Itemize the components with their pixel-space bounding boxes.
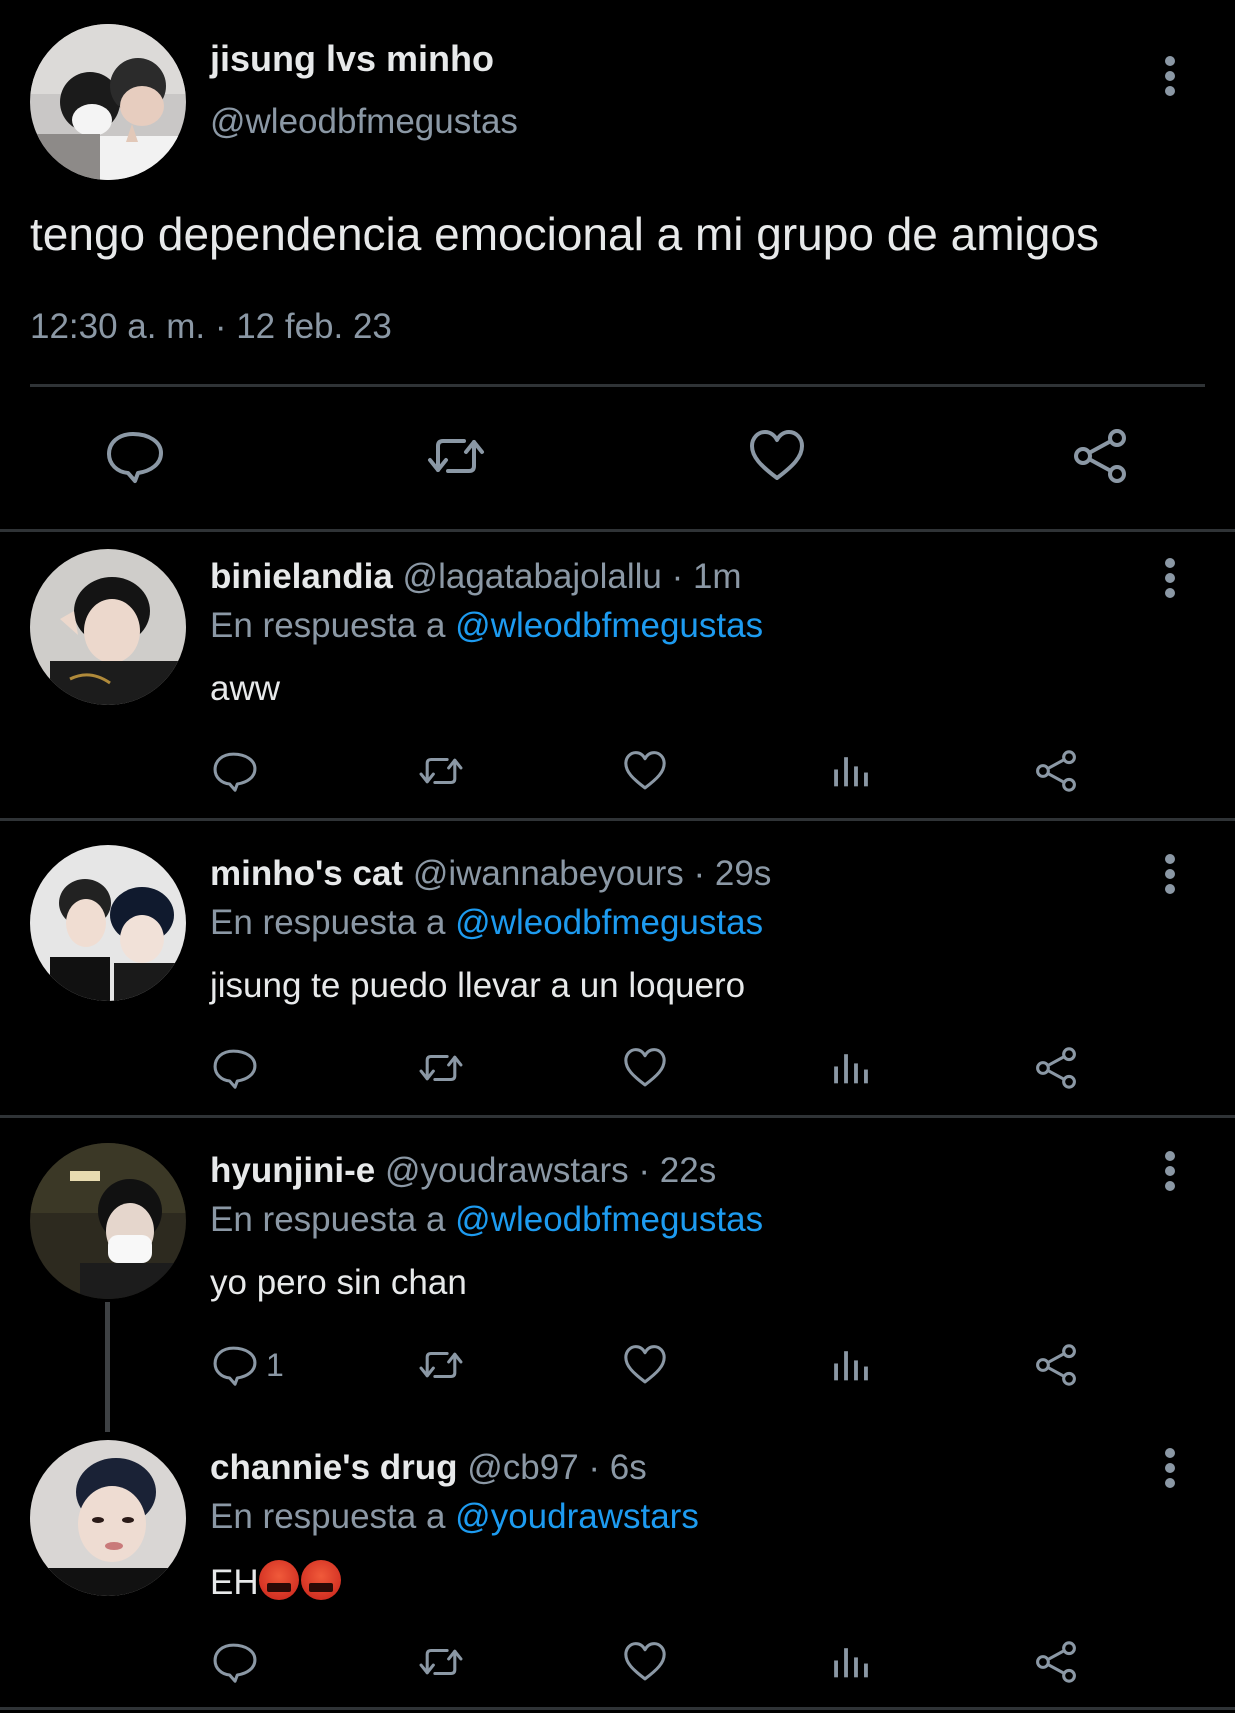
retweet-icon[interactable]	[424, 426, 488, 486]
share-icon[interactable]	[1033, 1045, 1079, 1091]
reply-header: hyunjini-e @youdrawstars · 22s	[210, 1151, 716, 1191]
views-icon[interactable]	[828, 1045, 874, 1091]
like-icon[interactable]	[747, 426, 807, 486]
reply-header: minho's cat @iwannabeyours · 29s	[210, 854, 771, 894]
reply-author-meta[interactable]: @youdrawstars · 22s	[385, 1151, 716, 1190]
like-icon[interactable]	[622, 748, 668, 794]
reply-context: En respuesta a @youdrawstars	[210, 1497, 699, 1537]
like-icon[interactable]	[622, 1045, 668, 1091]
reply-icon[interactable]	[212, 1639, 258, 1685]
reply-author-meta[interactable]: @lagatabajolallu · 1m	[403, 557, 742, 596]
reply-context: En respuesta a @wleodbfmegustas	[210, 606, 763, 646]
reply-author-meta[interactable]: @cb97 · 6s	[467, 1448, 647, 1487]
reply-text: jisung te puedo llevar a un loquero	[210, 966, 746, 1005]
reply-author-name[interactable]: channie's drug	[210, 1448, 458, 1487]
reply-author-name[interactable]: hyunjini-e	[210, 1151, 375, 1190]
divider	[0, 818, 1235, 821]
reply-icon[interactable]	[212, 748, 258, 794]
avatar-reply-3[interactable]	[30, 1143, 186, 1299]
reply-mention-link[interactable]: @wleodbfmegustas	[455, 903, 763, 942]
views-icon[interactable]	[828, 1342, 874, 1388]
author-handle[interactable]: @wleodbfmegustas	[210, 102, 518, 142]
more-options-icon[interactable]	[1159, 1446, 1183, 1490]
reply-mention-link[interactable]: @wleodbfmegustas	[455, 606, 763, 645]
reply-context: En respuesta a @wleodbfmegustas	[210, 903, 763, 943]
reply-text-container: EH	[210, 1560, 343, 1603]
reply-author-meta[interactable]: @iwannabeyours · 29s	[413, 854, 772, 893]
reply-context-prefix: En respuesta a	[210, 1200, 446, 1239]
views-icon[interactable]	[828, 748, 874, 794]
reply-mention-link[interactable]: @youdrawstars	[455, 1497, 699, 1536]
share-icon[interactable]	[1070, 426, 1130, 486]
reply-author-name[interactable]: minho's cat	[210, 854, 403, 893]
reply-text: aww	[210, 669, 281, 708]
divider	[0, 529, 1235, 532]
reply-context: En respuesta a @wleodbfmegustas	[210, 1200, 763, 1240]
reply-icon[interactable]	[212, 1045, 258, 1091]
divider	[0, 1707, 1235, 1710]
avatar-main[interactable]	[30, 24, 186, 180]
tweet-text: tengo dependencia emocional a mi grupo d…	[30, 208, 1099, 260]
more-options-icon[interactable]	[1159, 852, 1183, 896]
retweet-icon[interactable]	[416, 1639, 466, 1685]
reply-icon[interactable]	[105, 426, 165, 486]
reply-text: EH	[210, 1563, 259, 1602]
divider	[0, 1115, 1235, 1118]
reply-context-prefix: En respuesta a	[210, 606, 446, 645]
reply-mention-link[interactable]: @wleodbfmegustas	[455, 1200, 763, 1239]
reply-author-name[interactable]: binielandia	[210, 557, 393, 596]
divider	[30, 384, 1205, 387]
views-icon[interactable]	[828, 1639, 874, 1685]
reply-count: 1	[266, 1347, 284, 1383]
like-icon[interactable]	[622, 1639, 668, 1685]
angry-swearing-face-icon	[300, 1560, 341, 1600]
thread-connector	[105, 1302, 110, 1432]
avatar-reply-4[interactable]	[30, 1440, 186, 1596]
retweet-icon[interactable]	[416, 748, 466, 794]
more-options-icon[interactable]	[1159, 54, 1183, 98]
reply-header: binielandia @lagatabajolallu · 1m	[210, 557, 742, 597]
reply-icon[interactable]	[212, 1342, 258, 1388]
reply-text: yo pero sin chan	[210, 1263, 467, 1302]
reply-header: channie's drug @cb97 · 6s	[210, 1448, 647, 1488]
share-icon[interactable]	[1033, 1639, 1079, 1685]
avatar-reply-2[interactable]	[30, 845, 186, 1001]
reply-context-prefix: En respuesta a	[210, 903, 446, 942]
avatar-reply-1[interactable]	[30, 549, 186, 705]
retweet-icon[interactable]	[416, 1045, 466, 1091]
like-icon[interactable]	[622, 1342, 668, 1388]
more-options-icon[interactable]	[1159, 556, 1183, 600]
more-options-icon[interactable]	[1159, 1149, 1183, 1193]
retweet-icon[interactable]	[416, 1342, 466, 1388]
share-icon[interactable]	[1033, 748, 1079, 794]
reply-context-prefix: En respuesta a	[210, 1497, 446, 1536]
author-name[interactable]: jisung lvs minho	[210, 38, 494, 80]
share-icon[interactable]	[1033, 1342, 1079, 1388]
angry-swearing-face-icon	[258, 1560, 299, 1600]
tweet-timestamp[interactable]: 12:30 a. m. · 12 feb. 23	[30, 307, 392, 347]
